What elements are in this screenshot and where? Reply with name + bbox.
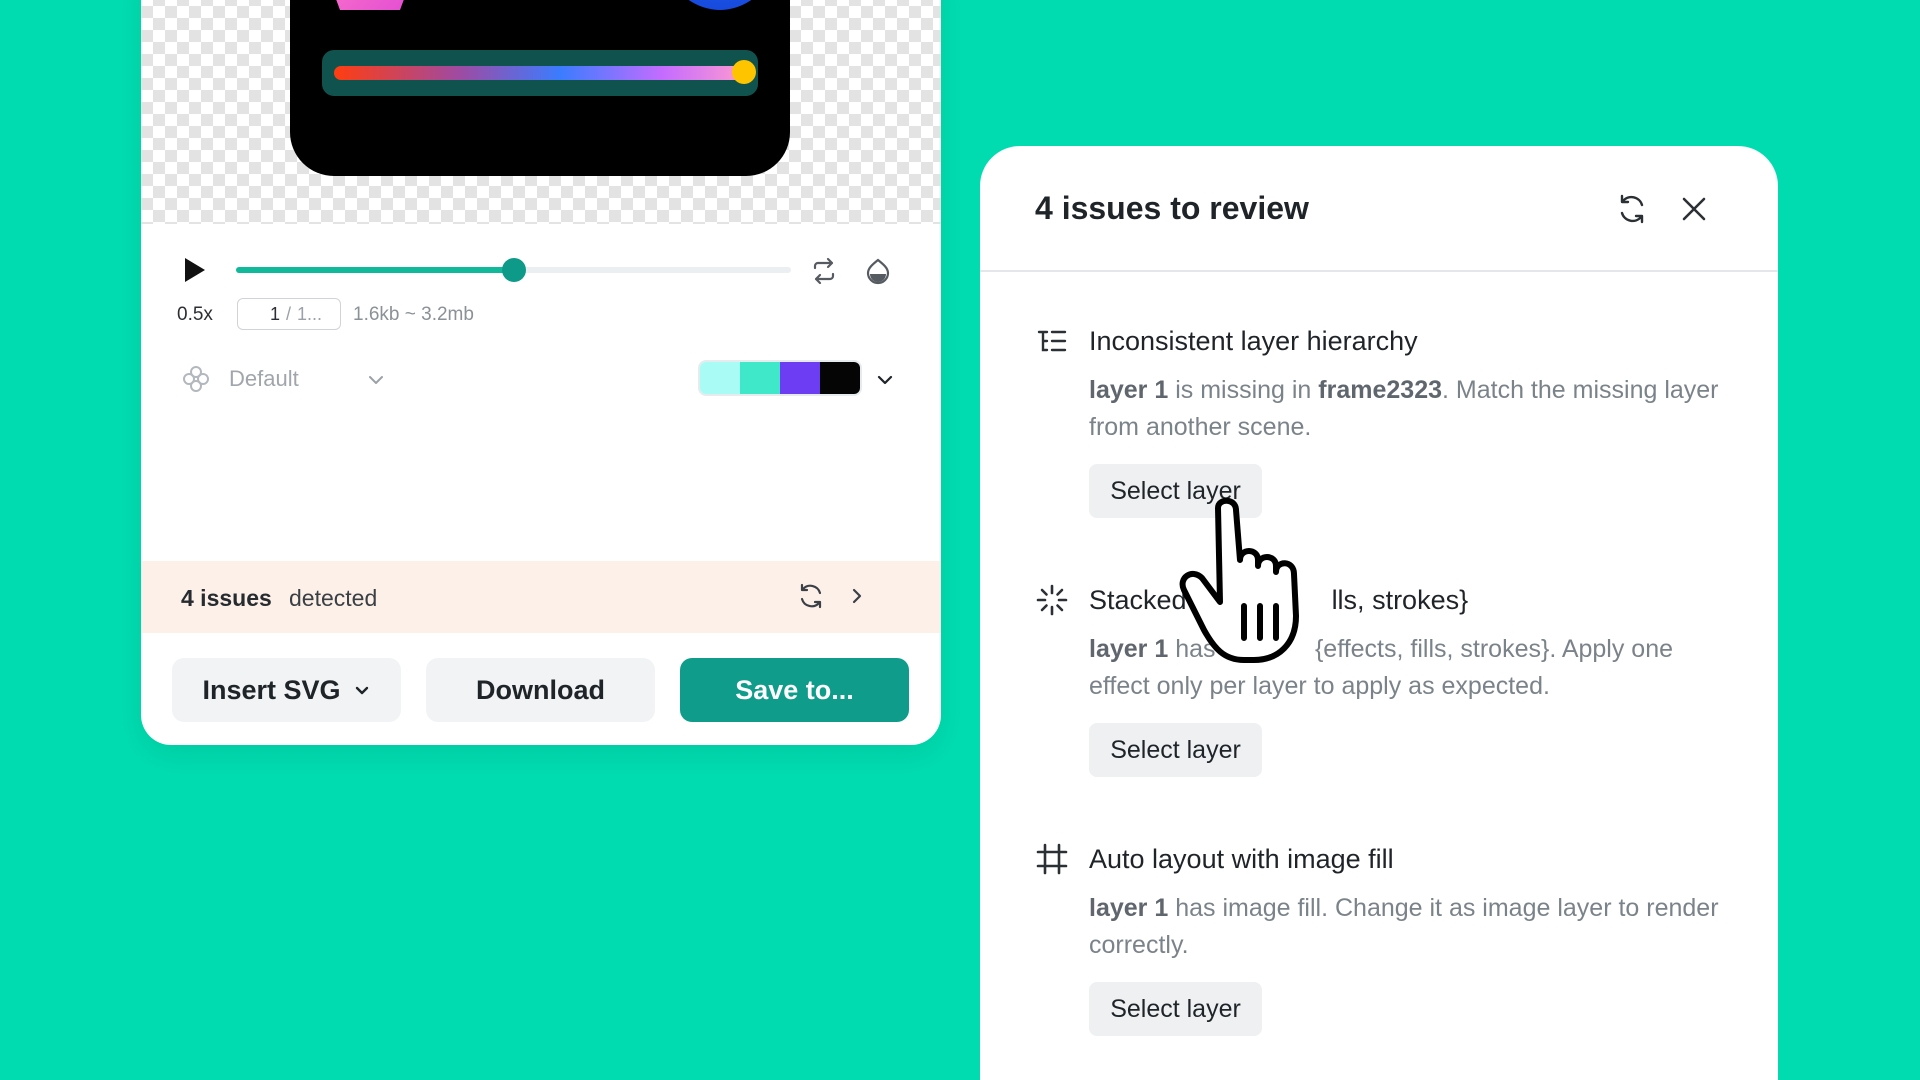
frame-total: 1... (297, 303, 323, 324)
file-size-range: 1.6kb ~ 3.2mb (353, 304, 474, 325)
loader-icon (1036, 584, 1068, 616)
frame-current: 1 (270, 303, 281, 324)
frame-icon (1036, 843, 1068, 875)
issue-description: layer 1 has image fill. Change it as ima… (1089, 894, 1719, 959)
issues-banner[interactable]: 4 issues detected (141, 561, 941, 633)
color-swatch[interactable] (700, 362, 740, 394)
gradient-slider[interactable] (322, 50, 758, 96)
panel-divider (980, 270, 1778, 272)
loop-icon[interactable] (809, 256, 839, 286)
timeline-knob[interactable] (501, 258, 526, 282)
issues-panel: 4 issues to review Inconsistent layer hi… (980, 146, 1778, 1080)
play-button[interactable] (185, 258, 205, 282)
frame-input[interactable]: 1 / 1... (237, 298, 341, 330)
insert-svg-button[interactable]: Insert SVG (172, 658, 401, 722)
gradient-knob[interactable] (732, 60, 756, 84)
select-layer-button[interactable]: Select layer (1089, 723, 1262, 777)
color-palette[interactable] (700, 362, 860, 394)
timeline-fill (236, 267, 514, 273)
chevron-down-icon[interactable] (366, 370, 386, 390)
chevron-down-icon[interactable] (874, 369, 896, 391)
issue-title: Inconsistent layer hierarchy (1089, 326, 1418, 356)
gradient-bar (334, 66, 746, 80)
hand-pointer-icon (1179, 498, 1299, 663)
chevron-right-icon[interactable] (846, 585, 868, 607)
color-swatch[interactable] (780, 362, 820, 394)
export-card: 0.5x 1 / 1... 1.6kb ~ 3.2mb Default 4 is… (141, 0, 941, 745)
blue-orb (650, 0, 790, 10)
speed-label[interactable]: 0.5x (177, 304, 213, 326)
flower-icon (183, 366, 209, 392)
download-button[interactable]: Download (426, 658, 655, 722)
color-swatch[interactable] (740, 362, 780, 394)
color-swatch[interactable] (820, 362, 860, 394)
panel-title: 4 issues to review (1035, 190, 1309, 226)
pink-shape (320, 0, 420, 10)
issue-title: Auto layout with image fill (1089, 844, 1394, 874)
insert-svg-label: Insert SVG (202, 674, 341, 705)
preset-select[interactable]: Default (229, 366, 299, 392)
device-preview (290, 0, 790, 176)
refresh-icon[interactable] (1615, 192, 1649, 226)
opacity-icon[interactable] (863, 256, 893, 286)
refresh-icon[interactable] (796, 581, 826, 611)
timeline-slider[interactable] (236, 258, 791, 282)
issue-description: layer 1 is missing in frame2323. Match t… (1089, 376, 1719, 441)
close-icon[interactable] (1679, 194, 1709, 224)
preview-canvas (141, 0, 941, 224)
issues-detected-label: detected (289, 585, 378, 611)
issues-count: 4 issues (181, 585, 272, 611)
save-to-button[interactable]: Save to... (680, 658, 909, 722)
layer-hierarchy-icon (1037, 330, 1067, 352)
select-layer-button[interactable]: Select layer (1089, 982, 1262, 1036)
frame-separator: / (286, 303, 292, 324)
chevron-down-icon (355, 686, 368, 695)
